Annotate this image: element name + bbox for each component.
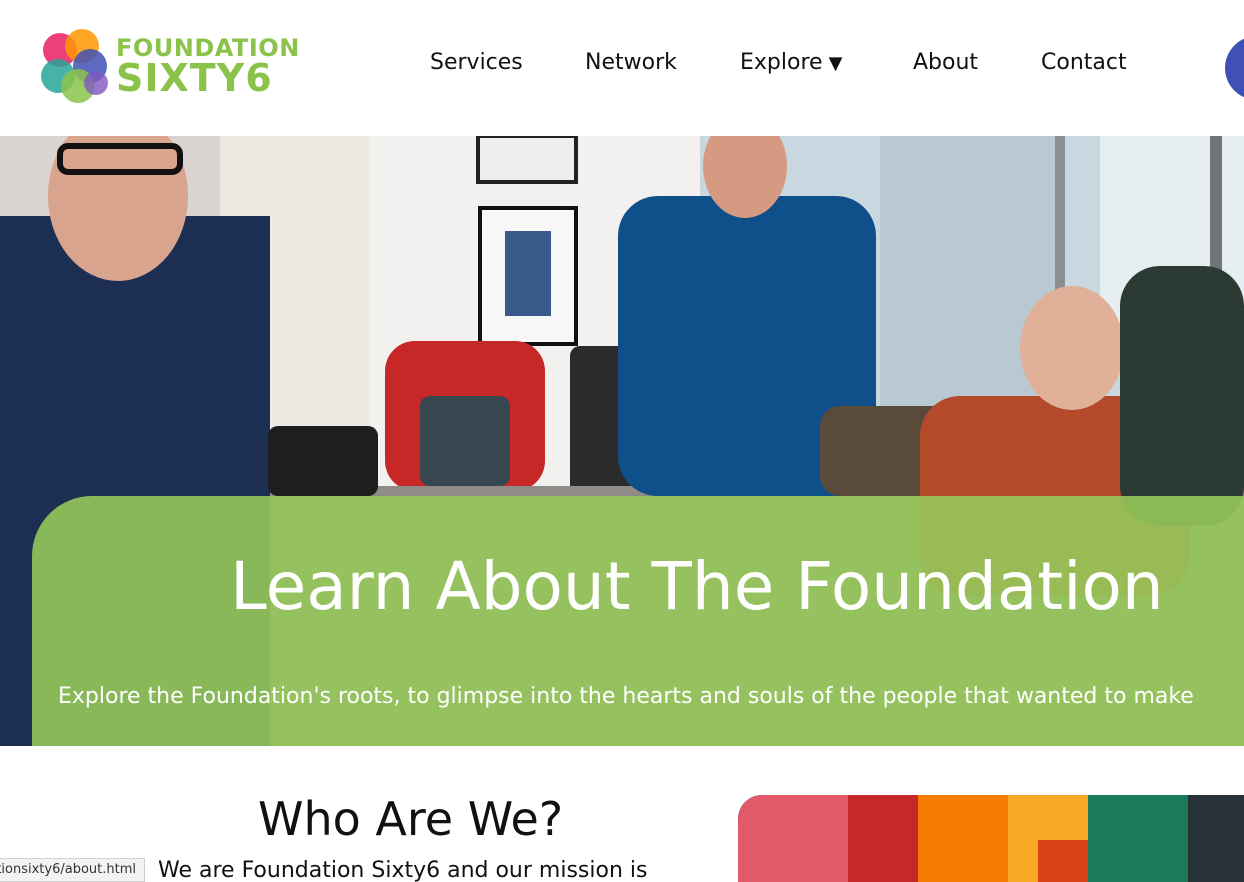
chevron-down-icon: ▼: [828, 53, 843, 74]
nav-explore-dropdown[interactable]: Explore ▼: [740, 50, 842, 75]
status-bar-url: tionsixty6/about.html: [0, 858, 145, 882]
mission-text: We are Foundation Sixty6 and our mission…: [158, 858, 648, 882]
nav-explore-label: Explore: [740, 50, 823, 75]
site-header: FOUNDATION SIXTY6 Services Network Explo…: [0, 0, 1244, 136]
nav-about-link[interactable]: About: [913, 50, 978, 75]
nav-services-link[interactable]: Services: [430, 50, 523, 75]
site-logo[interactable]: FOUNDATION SIXTY6: [38, 28, 308, 108]
header-action-button[interactable]: [1225, 36, 1244, 100]
hero-title: Learn About The Foundation: [230, 548, 1164, 625]
knitted-textile-photo: [738, 795, 1244, 882]
hero-section: Learn About The Foundation Explore the F…: [0, 136, 1244, 746]
logo-text-sixty6: SIXTY6: [116, 56, 273, 100]
overlapping-circles-logo-icon: [41, 29, 108, 103]
nav-network-link[interactable]: Network: [585, 50, 677, 75]
who-are-we-heading: Who Are We?: [258, 792, 564, 846]
hero-subtitle: Explore the Foundation's roots, to glimp…: [58, 684, 1194, 709]
nav-contact-link[interactable]: Contact: [1041, 50, 1127, 75]
